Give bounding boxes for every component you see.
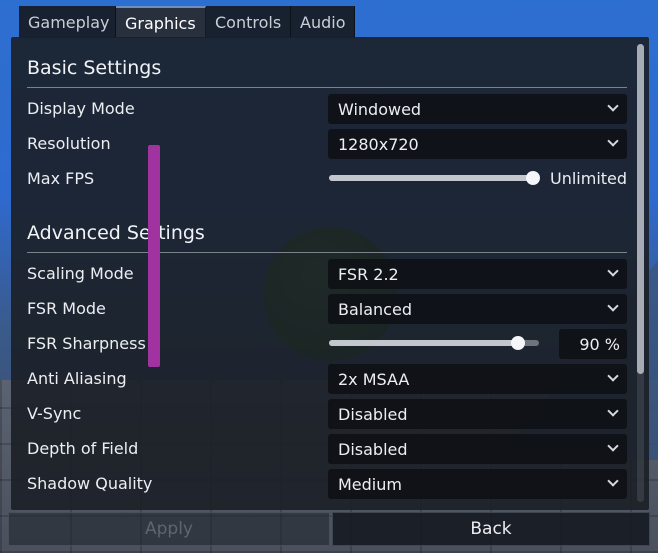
section-divider [27, 252, 627, 253]
max-fps-slider-fill [329, 175, 533, 181]
display-mode-value: Windowed [338, 99, 422, 119]
advanced-settings-heading: Advanced Settings [27, 222, 205, 244]
vsync-label: V-Sync [27, 404, 82, 423]
resolution-value: 1280x720 [338, 134, 419, 154]
chevron-down-icon [607, 100, 619, 112]
scrollbar[interactable] [637, 44, 644, 502]
tab-controls[interactable]: Controls [206, 6, 291, 38]
basic-settings-heading: Basic Settings [27, 57, 162, 79]
chevron-down-icon [607, 265, 619, 277]
tab-graphics[interactable]: Graphics [116, 6, 206, 38]
max-fps-slider-handle[interactable] [526, 171, 540, 185]
chevron-down-icon [607, 370, 619, 382]
shadow-quality-value: Medium [338, 474, 402, 494]
depth-of-field-value: Disabled [338, 439, 408, 459]
fsr-sharpness-slider-handle[interactable] [511, 336, 525, 350]
fsr-sharpness-slider-fill [329, 340, 518, 346]
fsr-mode-label: FSR Mode [27, 299, 106, 318]
resolution-dropdown[interactable]: 1280x720 [328, 129, 627, 159]
display-mode-label: Display Mode [27, 99, 135, 118]
fsr-mode-value: Balanced [338, 299, 412, 319]
chevron-down-icon [607, 135, 619, 147]
chevron-down-icon [607, 405, 619, 417]
settings-tabs: Gameplay Graphics Controls Audio [19, 6, 355, 38]
vsync-dropdown[interactable]: Disabled [328, 399, 627, 429]
depth-of-field-dropdown[interactable]: Disabled [328, 434, 627, 464]
chevron-down-icon [607, 440, 619, 452]
tab-gameplay[interactable]: Gameplay [19, 6, 116, 38]
tab-audio[interactable]: Audio [291, 6, 355, 38]
section-divider [27, 87, 627, 88]
shadow-quality-label: Shadow Quality [27, 474, 153, 493]
anti-aliasing-label: Anti Aliasing [27, 369, 127, 388]
anti-aliasing-dropdown[interactable]: 2x MSAA [328, 364, 627, 394]
max-fps-slider[interactable] [329, 171, 540, 185]
display-mode-dropdown[interactable]: Windowed [328, 94, 627, 124]
scaling-mode-dropdown[interactable]: FSR 2.2 [328, 259, 627, 289]
apply-button[interactable]: Apply [8, 512, 330, 546]
scrollbar-thumb[interactable] [637, 44, 644, 374]
graphics-settings-panel: Basic Settings Display Mode Windowed Res… [11, 37, 649, 510]
fsr-sharpness-slider[interactable] [329, 336, 539, 350]
max-fps-label: Max FPS [27, 169, 95, 188]
chevron-down-icon [607, 475, 619, 487]
anti-aliasing-value: 2x MSAA [338, 369, 410, 389]
depth-of-field-label: Depth of Field [27, 439, 139, 458]
chevron-down-icon [607, 300, 619, 312]
fsr-mode-dropdown[interactable]: Balanced [328, 294, 627, 324]
fsr-sharpness-label: FSR Sharpness [27, 334, 146, 353]
vsync-value: Disabled [338, 404, 408, 424]
magenta-pillar [148, 145, 160, 367]
scaling-mode-value: FSR 2.2 [338, 264, 399, 284]
max-fps-value: Unlimited [550, 169, 628, 188]
shadow-quality-dropdown[interactable]: Medium [328, 469, 627, 499]
fsr-sharpness-input[interactable]: 90 % [559, 329, 627, 359]
resolution-label: Resolution [27, 134, 111, 153]
back-button[interactable]: Back [332, 512, 650, 546]
scaling-mode-label: Scaling Mode [27, 264, 134, 283]
